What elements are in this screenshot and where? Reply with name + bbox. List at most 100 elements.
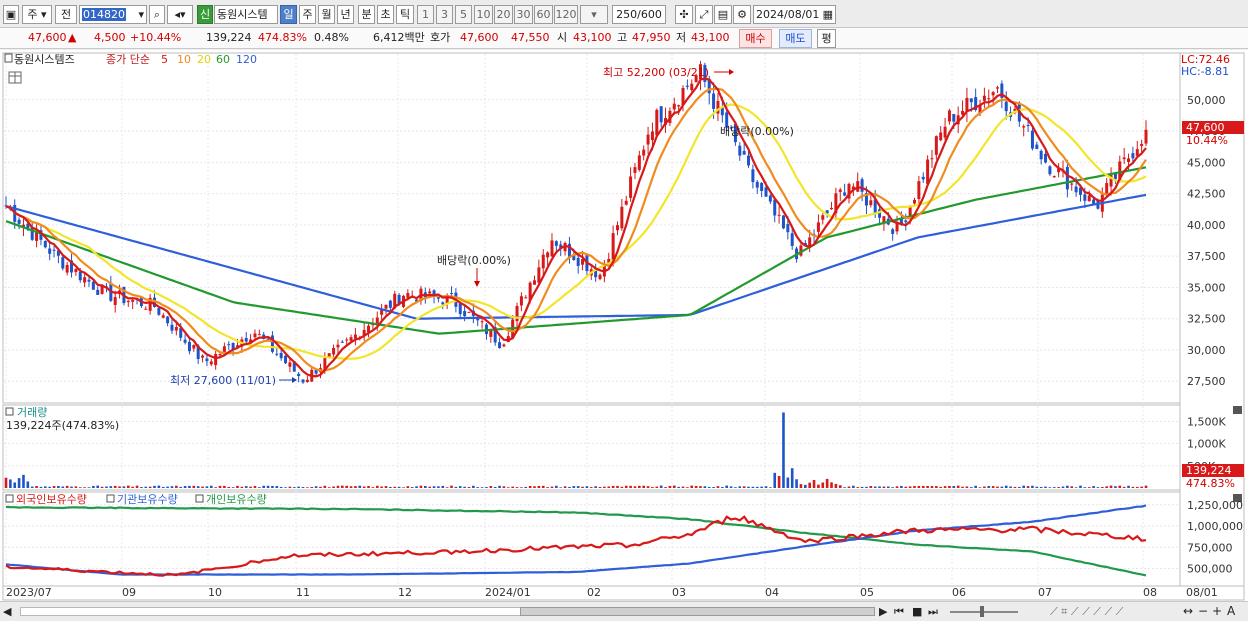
x-axis-label: 08 (1143, 586, 1157, 599)
legend-ma-120: 120 (236, 53, 257, 66)
volume-bar (838, 485, 842, 488)
zoom-in-icon[interactable]: + (1212, 604, 1222, 618)
crosshair-icon[interactable]: ✣ (675, 5, 693, 24)
volume-bar (559, 487, 563, 488)
interval-120[interactable]: 120 (554, 5, 578, 24)
volume-bar (913, 486, 916, 488)
interval-1[interactable]: 1 (417, 5, 434, 24)
candle-body (74, 268, 78, 273)
candle-body (428, 291, 432, 294)
scroll-left-icon[interactable]: ◀ (3, 605, 11, 618)
candle-body (760, 182, 764, 192)
volume-bar (332, 486, 335, 488)
volume-panel-close-icon[interactable] (1233, 406, 1242, 414)
volume-bar (96, 485, 100, 488)
volume-bar (271, 485, 274, 488)
step-forward-icon[interactable]: ⏭ (928, 605, 938, 619)
search-icon[interactable]: ⌕ (149, 5, 165, 24)
chevron-down-icon[interactable]: ▾ (138, 6, 144, 23)
eval-button[interactable]: 평 (817, 29, 836, 48)
volume-bar (528, 486, 532, 488)
save-icon[interactable]: ▤ (714, 5, 732, 24)
tab-month[interactable]: 월 (318, 5, 335, 24)
date-field[interactable]: 2024/08/01 ▦ (753, 5, 836, 24)
candle-body (1039, 150, 1043, 160)
volume-bar (70, 486, 73, 488)
tab-year[interactable]: 년 (337, 5, 354, 24)
move-icon[interactable]: ↔ (1183, 604, 1193, 618)
volume-bar (721, 487, 724, 488)
candle-body (650, 131, 654, 141)
interval-custom-select[interactable]: ▾ (580, 5, 608, 24)
zoom-out-icon[interactable]: − (1198, 604, 1208, 618)
prev-button[interactable]: 전 (55, 5, 77, 24)
speaker-icon[interactable]: ◂▾ (167, 5, 193, 24)
zoom-slider-track[interactable] (950, 611, 1018, 613)
count-field[interactable]: 250/600 (612, 5, 666, 24)
interval-30[interactable]: 30 (514, 5, 533, 24)
chart-area[interactable]: 동원시스템즈 종가 단순 5 10 20 60 120 최고 52,200 (0… (0, 50, 1248, 601)
code-input[interactable]: 014820 ▾ (79, 5, 147, 24)
volume-bar (13, 482, 17, 488)
auto-scale-icon[interactable]: A (1227, 604, 1235, 618)
candle-body (126, 300, 130, 303)
volume-bar (576, 486, 580, 488)
ask-price: 47,600 (460, 31, 499, 44)
horizontal-scrollbar[interactable]: ◀ ▶ ⏮ ■ ⏭ ⟋ ⌗ ⟋ ⟋ ⟋ ⟋ ⟋ ↔ − + A (0, 601, 1248, 621)
volume-bar (428, 486, 431, 488)
date-value: 2024/08/01 (756, 8, 820, 21)
tab-day[interactable]: 일 (280, 5, 297, 24)
annotation-high: 최고 52,200 (03/21) (603, 66, 709, 79)
volume-bar (424, 485, 427, 488)
interval-20[interactable]: 20 (494, 5, 513, 24)
candle-body (113, 297, 117, 306)
interval-5[interactable]: 5 (455, 5, 472, 24)
volume-bar (375, 485, 379, 488)
legend-ma-label: 종가 단순 (106, 53, 150, 66)
volume-bar (450, 485, 453, 488)
tab-second[interactable]: 초 (377, 5, 394, 24)
candle-body (987, 98, 991, 100)
volume-bar (703, 486, 707, 488)
volume-bar (904, 486, 908, 488)
main-menu-select[interactable]: 주 ▾ (22, 5, 52, 24)
interval-3[interactable]: 3 (436, 5, 453, 24)
candle-body (48, 248, 52, 254)
bidask-label: 호가 (430, 31, 451, 44)
interval-10[interactable]: 10 (474, 5, 493, 24)
step-back-icon[interactable]: ⏮ (894, 605, 904, 619)
interval-60[interactable]: 60 (534, 5, 553, 24)
window-menu-icon[interactable]: ▣ (3, 5, 19, 24)
drawing-tool-icon[interactable]: ⤢ (695, 5, 713, 24)
candle-body (781, 215, 785, 229)
scroll-thumb[interactable] (520, 607, 875, 616)
volume-bar (572, 486, 576, 488)
zoom-slider-handle[interactable] (980, 606, 984, 617)
candle-body (576, 257, 580, 266)
volume-bar (603, 486, 606, 488)
buy-button[interactable]: 매수 (739, 29, 772, 48)
volume-bar (865, 486, 868, 488)
volume-bar (546, 487, 549, 488)
tab-week[interactable]: 주 (299, 5, 316, 24)
stop-icon[interactable]: ■ (912, 605, 922, 618)
candle-body (633, 167, 637, 173)
volume-bar (642, 485, 646, 488)
tab-tick[interactable]: 틱 (396, 5, 414, 24)
low-price: 43,100 (691, 31, 730, 44)
volume-bar (860, 486, 864, 488)
stock-name-field[interactable]: 동원시스템 (214, 5, 278, 24)
candle-body (1074, 186, 1078, 193)
scroll-right-icon[interactable]: ▶ (879, 605, 887, 618)
chart-svg[interactable]: 동원시스템즈 종가 단순 5 10 20 60 120 최고 52,200 (0… (0, 50, 1248, 601)
candle-body (91, 281, 95, 290)
volume-bar (231, 487, 235, 488)
calendar-icon[interactable]: ▦ (823, 6, 833, 23)
tab-minute[interactable]: 분 (358, 5, 375, 24)
gear-icon[interactable]: ⚙ (733, 5, 751, 24)
candle-body (655, 109, 659, 136)
sell-button[interactable]: 매도 (779, 29, 812, 48)
draw-tools-icon[interactable]: ⟋ ⌗ ⟋ ⟋ ⟋ ⟋ ⟋ (1050, 605, 1123, 619)
x-axis-label: 05 (860, 586, 874, 599)
volume-bar (493, 487, 497, 488)
